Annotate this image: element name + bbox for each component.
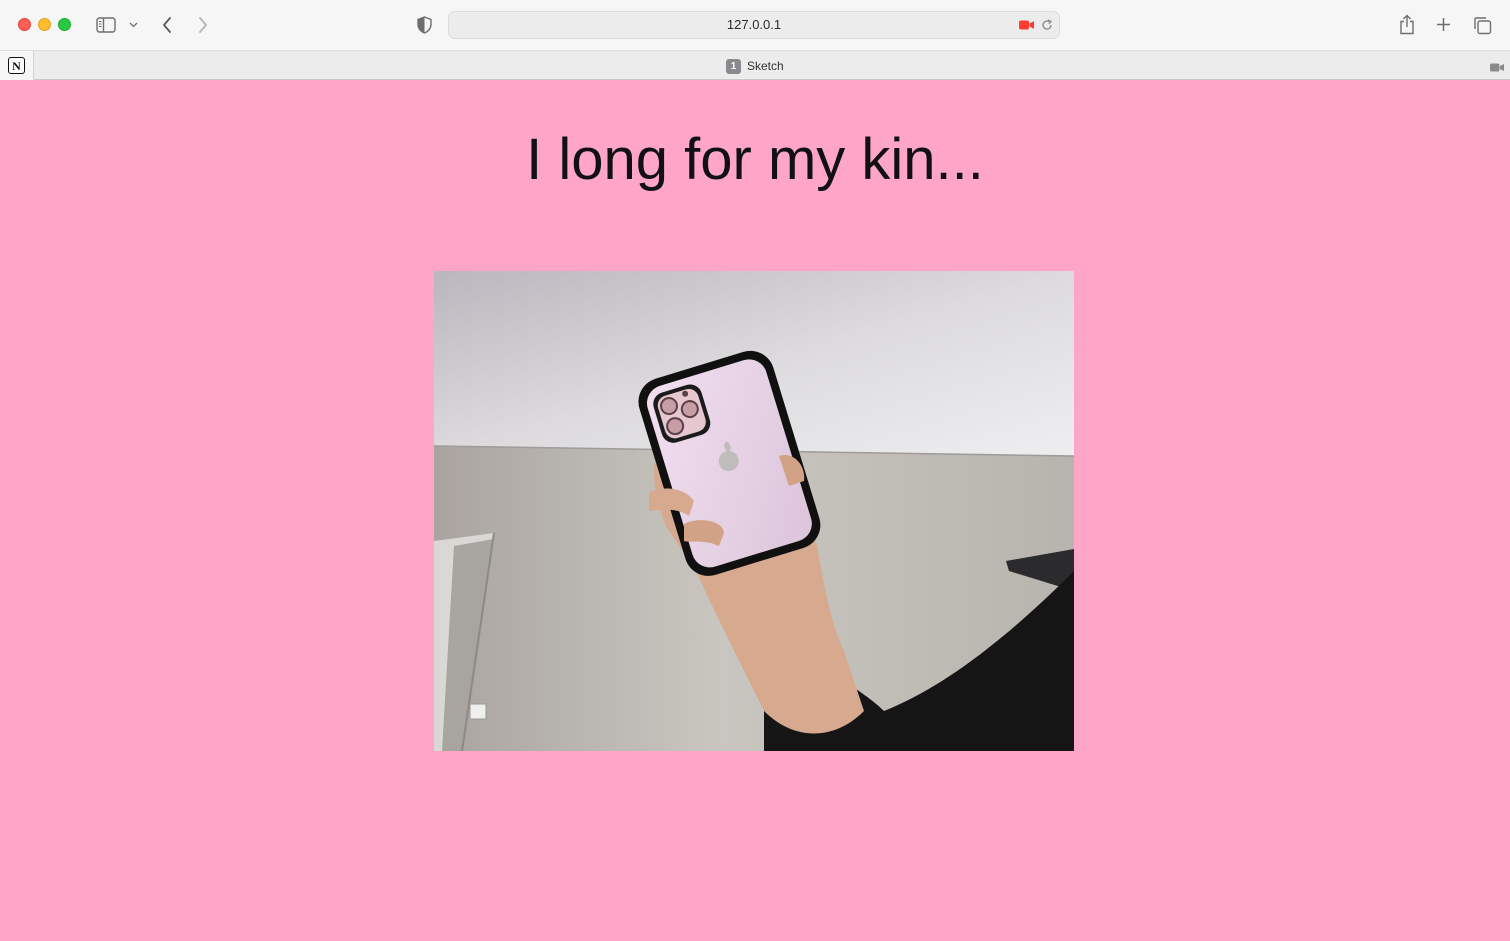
pinned-tab[interactable]: N (0, 51, 34, 80)
shield-icon[interactable] (415, 15, 433, 35)
tab-sketch[interactable]: 1 Sketch (726, 57, 784, 75)
chevron-right-icon[interactable] (194, 14, 212, 36)
plus-icon[interactable] (1434, 15, 1452, 33)
tabs-overview-icon[interactable] (1471, 14, 1493, 36)
chevron-down-icon[interactable] (127, 19, 139, 31)
video-camera-icon[interactable] (1490, 59, 1504, 77)
sidebar-icon[interactable] (95, 15, 117, 35)
page-content: I long for my kin... (0, 80, 1510, 941)
page-heading: I long for my kin... (526, 127, 984, 192)
url-text[interactable]: 127.0.0.1 (449, 12, 1059, 38)
notion-icon: N (8, 57, 25, 74)
webcam-feed (434, 271, 1074, 751)
chevron-left-icon[interactable] (158, 14, 176, 36)
tab-title: Sketch (747, 59, 784, 73)
minimize-window-button[interactable] (38, 18, 51, 31)
address-bar[interactable]: 127.0.0.1 (448, 11, 1060, 39)
close-window-button[interactable] (18, 18, 31, 31)
tab-bar: N 1 Sketch (0, 50, 1510, 80)
tab-badge: 1 (726, 58, 741, 74)
maximize-window-button[interactable] (58, 18, 71, 31)
browser-toolbar: 127.0.0.1 (0, 0, 1510, 50)
share-icon[interactable] (1397, 12, 1417, 36)
reload-icon[interactable] (1040, 18, 1054, 32)
video-camera-icon[interactable] (1018, 19, 1034, 31)
